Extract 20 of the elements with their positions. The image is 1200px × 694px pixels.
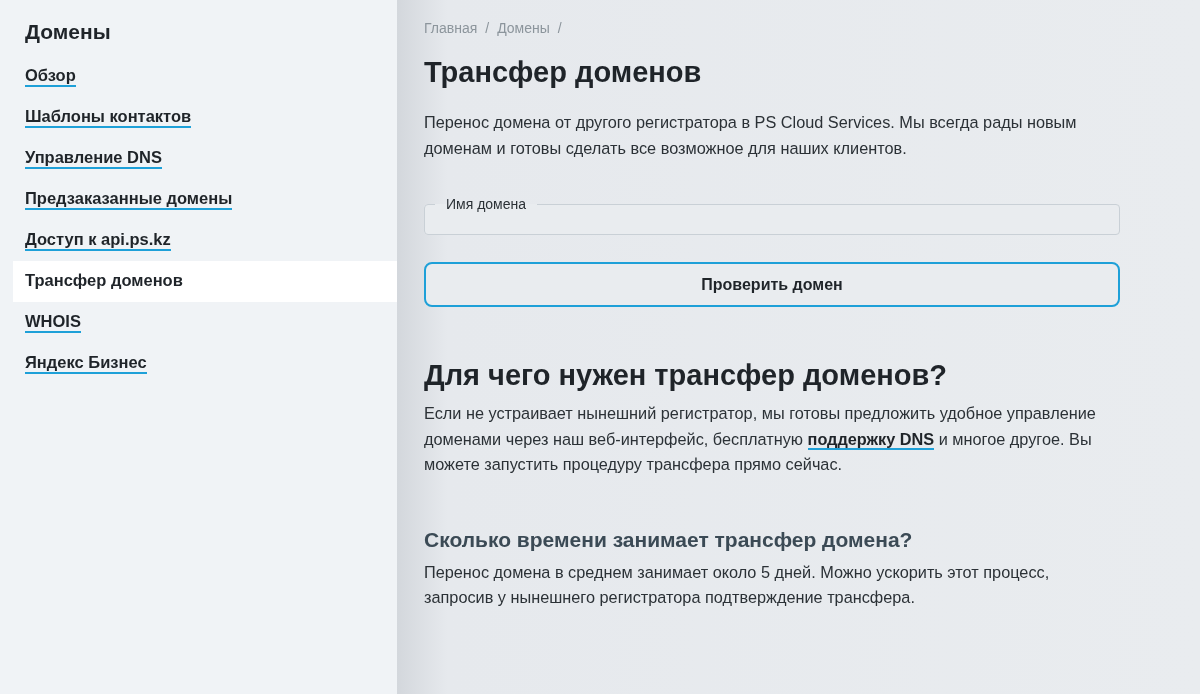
section-paragraph: Если не устраивает нынешний регистратор, мы готовы предложить удобное управление доменами через наш веб-интерфейс, бесплатную поддержку DNS и многое другое. Вы можете запустить процедуру трансфера прямо сейчас. [424, 403, 1097, 475]
check-domain-button[interactable]: Проверить домен [424, 262, 1120, 307]
page-title: Трансфер доменов [424, 55, 703, 90]
sidebar-title: Домены [25, 20, 112, 44]
section-heading: Сколько времени занимает трансфер домена? [424, 526, 914, 553]
sidebar-link[interactable]: Трансфер доменов [25, 271, 183, 292]
breadcrumb-separator: / [557, 19, 562, 37]
intro-paragraph: Перенос домена от другого регистратора в PS Cloud Services. Мы всегда рады новым доменам и готовы сделать все возможное для наших клиентов. [424, 112, 1078, 159]
sidebar-link[interactable]: Доступ к api.ps.kz [25, 230, 171, 251]
sidebar-link[interactable]: Предзаказанные домены [25, 189, 233, 210]
input-field[interactable]: Имя домена [424, 197, 1120, 235]
breadcrumb-separator: / [485, 19, 490, 37]
dns-support-link[interactable]: поддержку DNS [807, 429, 935, 450]
sidebar-link[interactable]: Управление DNS [25, 148, 162, 169]
section-heading: Для чего нужен трансфер доменов? [424, 358, 949, 393]
sidebar-link[interactable]: Шаблоны контактов [25, 107, 192, 128]
sidebar-link[interactable]: WHOIS [25, 312, 81, 333]
sidebar-link[interactable]: Обзор [25, 66, 76, 87]
sidebar-link[interactable]: Яндекс Бизнес [25, 353, 147, 374]
section-paragraph: Перенос домена в среднем занимает около 5 дней. Можно ускорить этот процесс, запросив у нынешнего регистратора подтверждение трансфера. [424, 561, 1051, 608]
